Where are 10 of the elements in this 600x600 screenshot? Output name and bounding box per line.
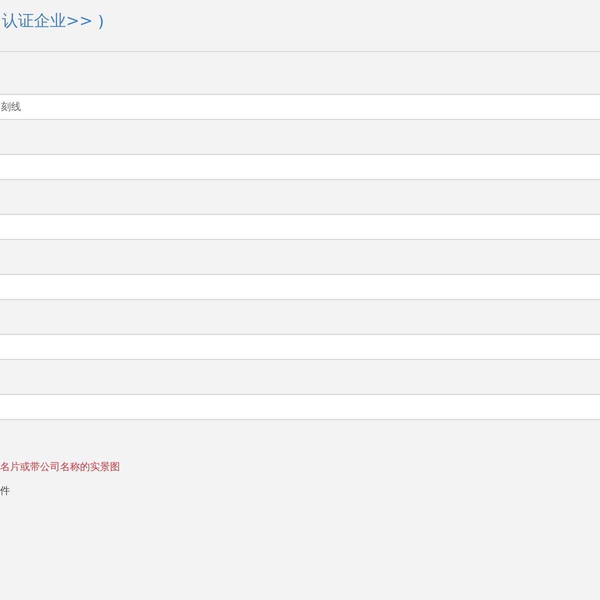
note-text: 名片或带公司名称的实景图 (0, 460, 120, 474)
input-field[interactable] (0, 214, 600, 240)
input-field[interactable] (0, 154, 600, 180)
input-field[interactable] (0, 334, 600, 360)
input-field[interactable] (0, 394, 600, 420)
note-text: 件 (0, 485, 10, 498)
input-field[interactable] (0, 274, 600, 300)
title-link[interactable]: 认证企业>> (2, 11, 93, 32)
input-field[interactable]: 刻线 (0, 94, 600, 120)
title-suffix: ) (96, 12, 104, 31)
